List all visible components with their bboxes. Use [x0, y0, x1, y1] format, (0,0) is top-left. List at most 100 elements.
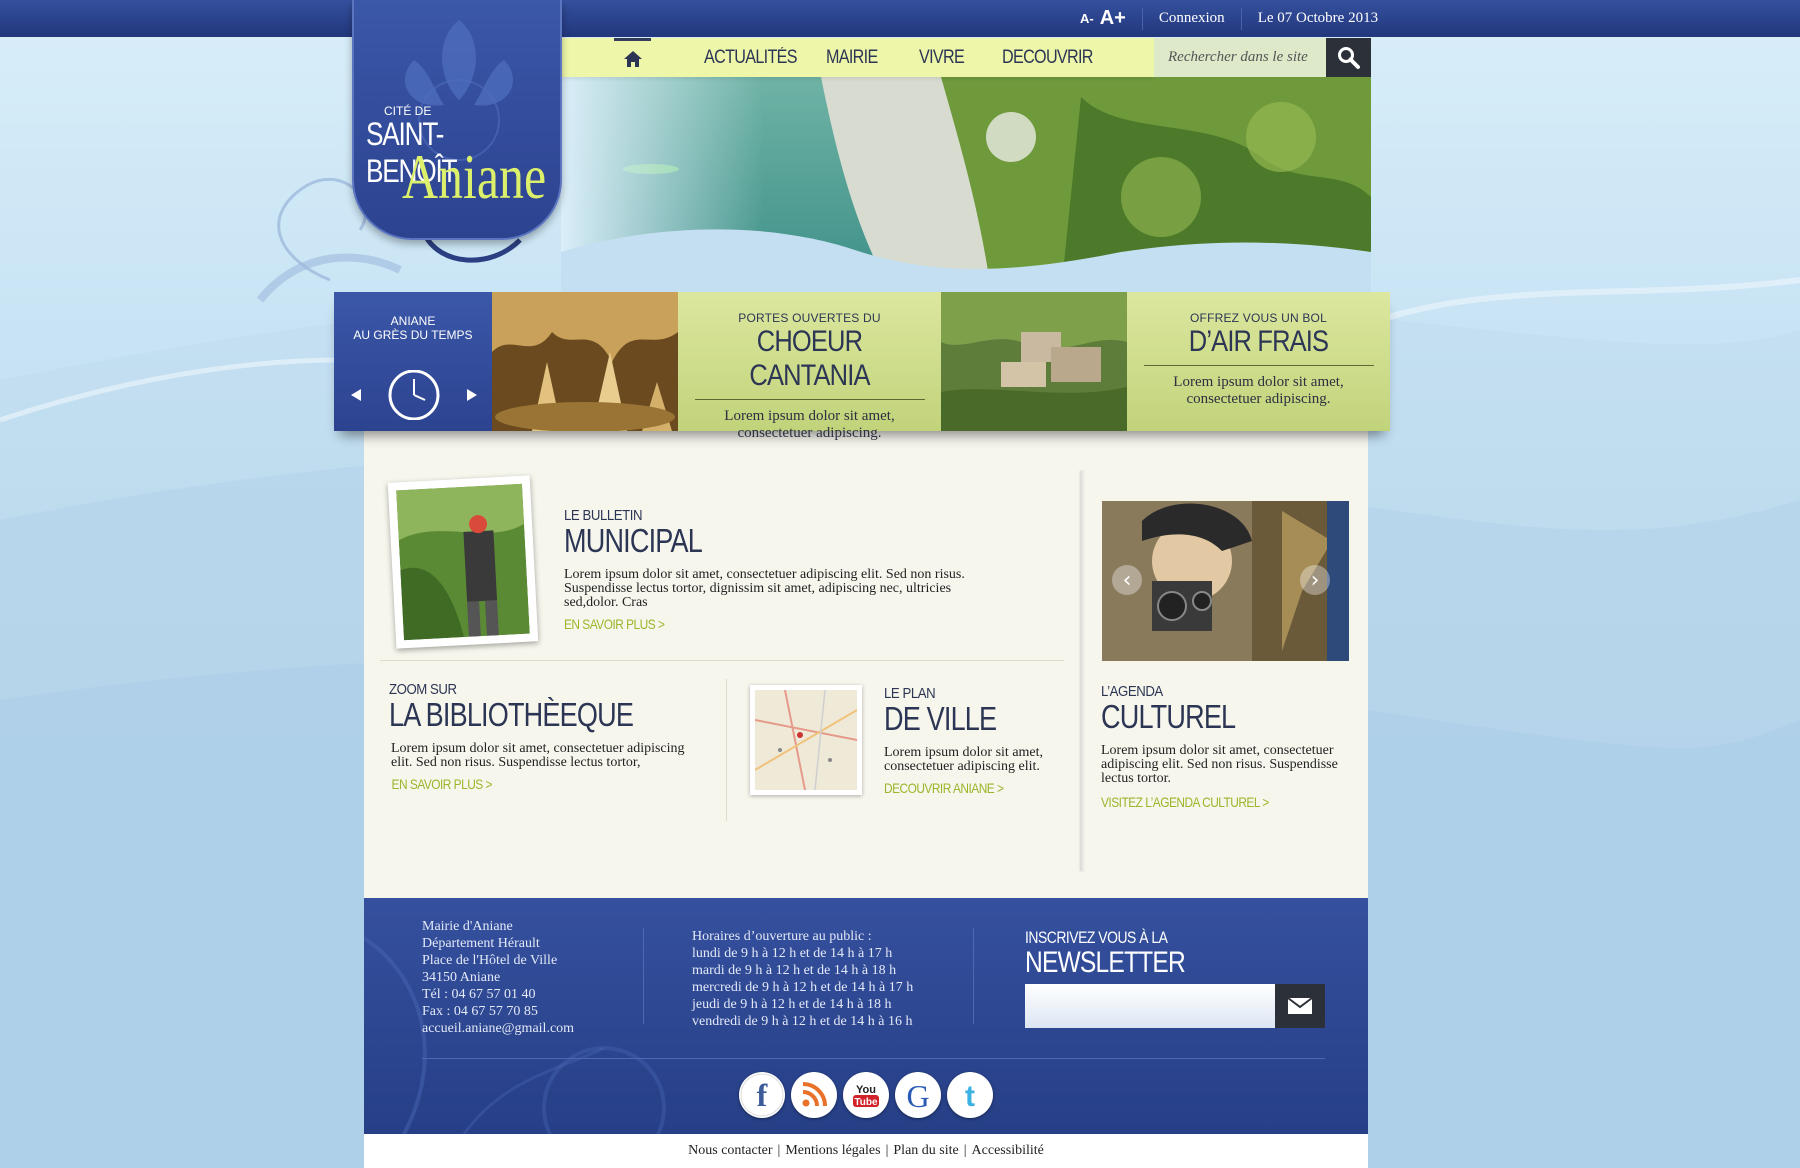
divider — [1141, 7, 1143, 30]
hero-image — [561, 77, 1371, 292]
agenda-section: L’AGENDA CULTUREL Lorem ipsum dolor sit … — [1101, 683, 1351, 810]
promo-air-title: D’AIR FRAIS — [1188, 325, 1329, 358]
sitemap-link[interactable]: Plan du site — [893, 1143, 958, 1159]
top-bar — [0, 0, 1800, 37]
footer: Mairie d'Aniane Département Hérault Plac… — [364, 898, 1368, 1134]
google-icon[interactable]: G — [895, 1072, 941, 1118]
promo-air-text-2: consectetuer adipiscing. — [1186, 391, 1331, 407]
newsletter-submit-button[interactable] — [1275, 984, 1325, 1028]
address-line: Département Hérault — [422, 936, 540, 951]
contact-link[interactable]: Nous contacter — [688, 1143, 772, 1159]
newsletter-kicker: INSCRIVEZ VOUS À LA — [1025, 928, 1168, 947]
map-thumbnail[interactable] — [750, 685, 862, 795]
login-link[interactable]: Connexion — [1159, 10, 1225, 27]
bibliotheque-text: Lorem ipsum dolor sit amet, consectetuer… — [391, 741, 685, 770]
hours-line: mardi de 9 h à 12 h et de 14 h à 18 h — [692, 963, 897, 978]
font-decrease-button[interactable]: A- — [1080, 11, 1094, 26]
search-button[interactable] — [1326, 38, 1371, 77]
hours-line: vendredi de 9 h à 12 h et de 14 h à 16 h — [692, 1014, 913, 1029]
svg-text:You: You — [856, 1084, 876, 1096]
promo-air-kicker: OFFREZ VOUS UN BOL — [1190, 311, 1327, 325]
promo-air-frais[interactable]: OFFREZ VOUS UN BOL D’AIR FRAIS Lorem ips… — [1127, 292, 1390, 431]
top-links: A- A+ Connexion Le 07 Octobre 2013 — [1080, 0, 1378, 37]
font-increase-button[interactable]: A+ — [1100, 7, 1126, 30]
divider — [1240, 7, 1242, 30]
cave-photo[interactable] — [492, 292, 678, 431]
promo-air-text-1: Lorem ipsum dolor sit amet, — [1173, 374, 1344, 390]
phone-line: Tél : 04 67 57 01 40 — [422, 987, 536, 1002]
plan-text: Lorem ipsum dolor sit amet, consectetuer… — [884, 745, 1044, 774]
slider-prev-icon[interactable]: ‹ — [1112, 565, 1142, 595]
time-panel: ANIANE AU GRÈS DU TEMPS — [334, 292, 492, 431]
slider-next-icon[interactable]: › — [1300, 565, 1330, 595]
promo-choeur[interactable]: PORTES OUVERTES DU CHOEUR CANTANIA Lorem… — [678, 292, 941, 441]
content-panel: LE BULLETIN MUNICIPAL Lorem ipsum dolor … — [364, 431, 1368, 898]
nav-item-vivre[interactable]: VIVRE — [919, 47, 965, 69]
plan-more-link[interactable]: DECOUVRIR ANIANE > — [884, 780, 1046, 796]
newsletter-heading: INSCRIVEZ VOUS À LA NEWSLETTER — [1025, 928, 1220, 978]
nav-home[interactable] — [614, 38, 651, 77]
agenda-slider[interactable]: ‹ › — [1102, 501, 1349, 661]
search-icon — [1337, 46, 1360, 69]
prev-arrow-icon — [351, 389, 361, 401]
home-icon — [623, 51, 642, 67]
legal-link[interactable]: Mentions légales — [785, 1143, 880, 1159]
nav-item-decouvrir[interactable]: DECOUVRIR — [1002, 47, 1093, 69]
divider — [1143, 365, 1374, 366]
agenda-more-link[interactable]: VISITEZ L’AGENDA CULTUREL > — [1101, 794, 1314, 810]
rss-icon[interactable] — [791, 1072, 837, 1118]
fax-line: Fax : 04 67 57 70 85 — [422, 1004, 538, 1019]
newsletter-email-input[interactable] — [1025, 984, 1275, 1028]
separator: | — [963, 1143, 967, 1158]
hours-line: lundi de 9 h à 12 h et de 14 h à 17 h — [692, 946, 893, 961]
accessibility-link[interactable]: Accessibilité — [972, 1143, 1044, 1159]
time-panel-title-line1: ANIANE — [390, 314, 436, 328]
svg-text:G: G — [906, 1078, 929, 1114]
address-line: Place de l'Hôtel de Ville — [422, 953, 558, 968]
youtube-icon[interactable]: You Tube — [843, 1072, 889, 1118]
footer-address: Mairie d'Aniane Département Hérault Plac… — [422, 918, 574, 1037]
twitter-icon[interactable]: t — [947, 1072, 993, 1118]
divider — [694, 399, 925, 400]
email-link[interactable]: accueil.aniane@gmail.com — [422, 1020, 574, 1037]
divider — [973, 928, 974, 1024]
agenda-title: CULTUREL — [1101, 698, 1236, 735]
divider — [726, 679, 727, 821]
village-photo[interactable] — [941, 292, 1127, 431]
logo-town: Aniane — [402, 141, 547, 212]
current-date: Le 07 Octobre 2013 — [1257, 10, 1379, 26]
search-input[interactable]: Rechercher dans le site — [1154, 38, 1326, 77]
promo-choeur-text-1: Lorem ipsum dolor sit amet, — [724, 408, 895, 424]
site-logo[interactable]: CITÉ DE SAINT-BENOÎT Aniane — [352, 0, 562, 240]
time-controls — [351, 370, 477, 420]
nav-item-mairie[interactable]: MAIRIE — [826, 47, 878, 69]
bulletin-more-link[interactable]: EN SAVOIR PLUS > — [564, 616, 938, 632]
bulletin-section: LE BULLETIN MUNICIPAL Lorem ipsum dolor … — [564, 507, 1004, 632]
nav-item-actualites[interactable]: ACTUALITÉS — [704, 47, 798, 69]
bulletin-title: MUNICIPAL — [564, 522, 703, 559]
facebook-icon[interactable]: f — [739, 1072, 785, 1118]
svg-text:Tube: Tube — [854, 1097, 878, 1108]
promo-choeur-title: CHOEUR CANTANIA — [749, 325, 870, 392]
main-nav: ACTUALITÉS MAIRIE VIVRE DECOUVRIR — [561, 38, 1154, 77]
svg-text:t: t — [965, 1080, 975, 1113]
separator: | — [885, 1143, 889, 1158]
address-line: Mairie d'Aniane — [422, 919, 513, 934]
bulletin-photo[interactable] — [387, 475, 539, 649]
hours-title: Horaires d’ouverture au public : — [692, 929, 872, 944]
newsletter-title: NEWSLETTER — [1025, 946, 1186, 979]
separator: | — [777, 1143, 781, 1158]
bibliotheque-more-link[interactable]: EN SAVOIR PLUS > — [389, 776, 653, 792]
envelope-icon — [1287, 997, 1313, 1014]
next-arrow-icon — [467, 389, 477, 401]
bibliotheque-title: LA BIBLIOTHÈEQUE — [389, 696, 634, 733]
promo-choeur-kicker: PORTES OUVERTES DU — [738, 311, 881, 325]
time-panel-title-line2: AU GRÈS DU TEMPS — [353, 328, 473, 342]
time-panel-title: ANIANE AU GRÈS DU TEMPS — [334, 314, 492, 342]
bibliotheque-section: ZOOM SUR LA BIBLIOTHÈEQUE Lorem ipsum do… — [389, 681, 699, 792]
feature-strip: ANIANE AU GRÈS DU TEMPS PORTES OUVERTES … — [334, 292, 1390, 441]
divider — [422, 1058, 1325, 1059]
agenda-text: Lorem ipsum dolor sit amet, consectetuer… — [1101, 743, 1338, 786]
plan-section: LE PLAN DE VILLE Lorem ipsum dolor sit a… — [884, 685, 1074, 796]
divider — [643, 928, 644, 1024]
